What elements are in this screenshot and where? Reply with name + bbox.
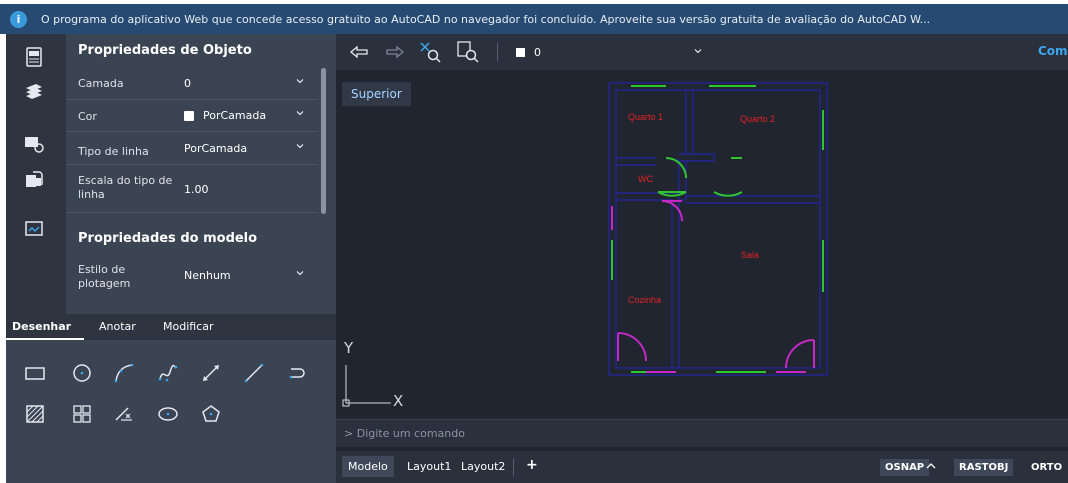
orto-button[interactable]: ORTO <box>1026 459 1067 476</box>
room-label-sala: Sala <box>741 250 759 260</box>
linetype-dropdown[interactable]: PorCamada <box>184 133 312 164</box>
floor-plan-drawing[interactable]: Quarto 1 Quarto 2 WC Sala Cozinha Y X <box>336 70 1068 419</box>
color-swatch <box>184 110 194 121</box>
command-line[interactable]: > Digite um comando <box>336 419 1068 447</box>
property-label: Escala do tipo de linha <box>78 174 173 201</box>
line-icon[interactable] <box>239 358 269 388</box>
rectangle-icon[interactable] <box>20 358 50 388</box>
tool-palette: Desenhar Anotar Modificar <box>6 314 336 483</box>
plot-style-dropdown[interactable]: Nenhum <box>184 260 312 290</box>
layers-icon[interactable] <box>23 81 45 103</box>
property-value: PorCamada <box>184 142 248 155</box>
property-label: Camada <box>78 77 124 90</box>
chevron-down-icon <box>296 79 304 84</box>
tool-tabs: Desenhar Anotar Modificar <box>6 314 336 340</box>
properties-scrollbar[interactable] <box>321 68 326 214</box>
osnap-button[interactable]: OSNAP <box>880 459 930 476</box>
layer-selector[interactable]: 0 <box>516 42 706 62</box>
chevron-up-icon[interactable] <box>926 462 936 470</box>
layer-value: 0 <box>534 45 541 59</box>
property-label: Estilo de plotagem <box>78 263 131 290</box>
polyline-icon[interactable] <box>283 358 313 388</box>
floor-plan-windows <box>611 200 815 373</box>
linetype-scale-input[interactable]: 1.00 <box>184 166 312 212</box>
property-label: Tipo de linha <box>78 145 149 158</box>
rastobj-button[interactable]: RASTOBJ <box>954 459 1014 476</box>
polygon-icon[interactable] <box>196 399 226 429</box>
blocks-icon[interactable] <box>23 133 45 155</box>
side-icon-bar <box>6 34 66 314</box>
banner-text: O programa do aplicativo Web que concede… <box>41 12 931 26</box>
arc-icon[interactable] <box>109 358 139 388</box>
room-label-wc: WC <box>638 174 653 184</box>
layer-color-swatch <box>516 47 525 57</box>
layer-dropdown[interactable]: 0 <box>184 68 312 99</box>
canvas-toolbar: 0 Comp <box>336 34 1068 70</box>
layout-bar: Modelo Layout1 Layout2 + OSNAP RASTOBJ O… <box>336 451 1068 483</box>
tab-draw[interactable]: Desenhar <box>12 320 71 333</box>
property-value: Nenhum <box>184 268 231 282</box>
spline-icon[interactable] <box>153 358 183 388</box>
property-value: 0 <box>184 77 191 90</box>
property-row-plot-style[interactable]: Estilo de plotagem Nenhum <box>66 260 318 300</box>
redo-icon[interactable] <box>382 40 406 64</box>
chevron-down-icon <box>296 144 304 149</box>
properties-panel: Propriedades de Objeto Camada 0 Cor PorC… <box>66 34 336 314</box>
active-tab-indicator <box>6 338 84 340</box>
property-row-layer[interactable]: Camada 0 <box>66 68 318 100</box>
add-layout-button[interactable]: + <box>526 457 538 473</box>
autocad-web-app: i O programa do aplicativo Web que conce… <box>0 0 1068 483</box>
room-label-cozinha: Cozinha <box>628 295 661 305</box>
trim-icon[interactable] <box>109 399 139 429</box>
property-row-linetype[interactable]: Tipo de linha PorCamada <box>66 133 318 165</box>
axis-x-label: X <box>393 392 403 410</box>
dimension-icon[interactable] <box>196 358 226 388</box>
notification-banner: i O programa do aplicativo Web que conce… <box>0 4 1068 34</box>
model-properties-header: Propriedades do modelo <box>78 231 258 246</box>
chevron-down-icon <box>296 111 304 116</box>
floor-plan-walls <box>608 82 828 376</box>
property-row-linetype-scale[interactable]: Escala do tipo de linha 1.00 <box>66 166 318 213</box>
axis-y-label: Y <box>343 339 354 357</box>
ucs-axis-icon: Y X <box>342 339 403 410</box>
room-label-quarto-2: Quarto 2 <box>740 114 775 124</box>
drawing-area: 0 Comp Superior <box>336 34 1068 483</box>
ellipse-icon[interactable] <box>153 399 183 429</box>
tab-layout2[interactable]: Layout2 <box>461 460 505 473</box>
property-row-color[interactable]: Cor PorCamada <box>66 100 318 132</box>
zoom-extents-icon[interactable] <box>418 40 442 64</box>
circle-icon[interactable] <box>67 358 97 388</box>
command-placeholder: > Digite um comando <box>344 427 465 440</box>
views-icon[interactable] <box>23 218 45 240</box>
tab-modify[interactable]: Modificar <box>163 320 214 333</box>
hatch-icon[interactable] <box>20 399 50 429</box>
property-value: 1.00 <box>184 182 209 196</box>
toolbar-separator <box>497 43 498 61</box>
grid-icon[interactable] <box>67 399 97 429</box>
object-properties-header: Propriedades de Objeto <box>78 43 252 58</box>
undo-icon[interactable] <box>348 40 372 64</box>
attach-icon[interactable] <box>23 168 45 190</box>
tab-modelo[interactable]: Modelo <box>342 456 394 477</box>
command-placeholder-text: Digite um comando <box>356 427 465 440</box>
info-icon: i <box>10 10 27 28</box>
property-value: PorCamada <box>203 109 267 122</box>
properties-panel-icon[interactable] <box>23 46 45 68</box>
chevron-down-icon <box>296 271 304 276</box>
layout-separator <box>513 458 514 476</box>
tab-annotate[interactable]: Anotar <box>99 320 136 333</box>
room-label-quarto-1: Quarto 1 <box>628 112 663 122</box>
property-label: Cor <box>78 110 97 123</box>
zoom-window-icon[interactable] <box>456 40 480 64</box>
chevron-down-icon <box>694 49 702 54</box>
floor-plan-doors <box>611 85 824 373</box>
tab-layout1[interactable]: Layout1 <box>407 460 451 473</box>
toolbar-right-label[interactable]: Comp <box>1038 44 1068 58</box>
color-dropdown[interactable]: PorCamada <box>184 100 312 131</box>
